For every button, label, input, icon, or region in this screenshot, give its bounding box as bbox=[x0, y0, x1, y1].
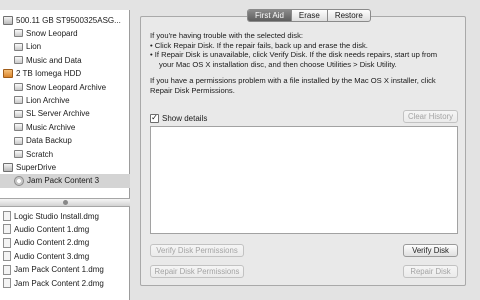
sidebar-item-label: Jam Pack Content 3 bbox=[27, 176, 100, 186]
dvd-icon bbox=[14, 175, 24, 186]
sidebar-item-label: Lion bbox=[26, 42, 42, 52]
permissions-note: If you have a permissions problem with a… bbox=[150, 76, 436, 85]
sidebar-item-label: SuperDrive bbox=[16, 162, 57, 172]
disk-image-icon bbox=[3, 278, 11, 288]
sidebar-item[interactable]: SuperDrive bbox=[0, 160, 130, 174]
tab-bar: First Aid Erase Restore bbox=[247, 9, 371, 22]
instruction-line: • Click Repair Disk. If the repair fails… bbox=[150, 40, 368, 50]
sidebar-item-label: Snow Leopard Archive bbox=[26, 82, 107, 92]
sidebar-item[interactable]: SL Server Archive bbox=[0, 107, 130, 121]
permissions-note: Repair Disk Permissions. bbox=[150, 85, 235, 95]
show-details-checkbox[interactable]: ✓ bbox=[150, 113, 159, 123]
sidebar-item[interactable]: Lion bbox=[0, 40, 130, 54]
sidebar-item[interactable]: Snow Leopard bbox=[0, 26, 130, 40]
sidebar-splitter[interactable] bbox=[0, 198, 130, 207]
volume-icon bbox=[14, 136, 23, 145]
disk-image-item[interactable]: Jam Pack Content 1.dmg bbox=[0, 263, 130, 277]
disk-image-item[interactable]: Audio Content 2.dmg bbox=[0, 236, 130, 250]
instruction-line: your Mac OS X installation disc, and the… bbox=[159, 59, 397, 69]
disk-image-icon bbox=[3, 211, 11, 221]
disk-image-icon bbox=[3, 264, 11, 275]
tab-erase[interactable]: Erase bbox=[292, 10, 328, 21]
instruction-line: If you're having trouble with the select… bbox=[150, 31, 303, 40]
sidebar-item[interactable]: 2 TB Iomega HDD bbox=[0, 67, 130, 81]
sidebar-item-label: 500.11 GB ST9500325ASG... bbox=[16, 15, 121, 25]
sidebar-item[interactable]: Music Archive bbox=[0, 120, 130, 134]
show-details-label: Show details bbox=[162, 113, 208, 123]
instruction-line: • If Repair Disk is unavailable, click V… bbox=[150, 50, 438, 59]
verify-disk-button[interactable]: Verify Disk bbox=[403, 244, 458, 257]
sidebar-item-label: Snow Leopard bbox=[26, 28, 78, 38]
sidebar-item-label: Music Archive bbox=[26, 122, 76, 132]
details-log-area bbox=[150, 126, 458, 234]
tab-first-aid[interactable]: First Aid bbox=[248, 10, 292, 21]
sidebar-item[interactable]: Scratch bbox=[0, 147, 130, 161]
volume-icon bbox=[14, 109, 23, 118]
optical-drive-icon bbox=[3, 162, 13, 172]
sidebar-item[interactable]: Jam Pack Content 3 bbox=[0, 173, 130, 188]
volume-icon bbox=[14, 56, 23, 65]
sidebar-item-label: Audio Content 2.dmg bbox=[14, 238, 90, 248]
volume-icon bbox=[14, 123, 23, 132]
splitter-grip-icon bbox=[62, 200, 68, 205]
volume-icon bbox=[14, 83, 23, 91]
verify-disk-permissions-button[interactable]: Verify Disk Permissions bbox=[150, 244, 244, 257]
sidebar-item-label: Data Backup bbox=[26, 136, 72, 146]
sidebar-item-label: Lion Archive bbox=[26, 95, 70, 105]
first-aid-instructions: If you're having trouble with the select… bbox=[150, 31, 470, 95]
volume-icon bbox=[14, 42, 23, 51]
clear-history-button[interactable]: Clear History bbox=[403, 110, 458, 123]
volume-icon bbox=[14, 96, 23, 105]
sidebar-item[interactable]: Lion Archive bbox=[0, 93, 130, 107]
sidebar-item-label: Jam Pack Content 1.dmg bbox=[14, 265, 104, 275]
disk-image-item[interactable]: Audio Content 1.dmg bbox=[0, 222, 130, 236]
sidebar-item[interactable]: Snow Leopard Archive bbox=[0, 80, 130, 94]
sidebar-item-label: SL Server Archive bbox=[26, 109, 90, 119]
sidebar-item-label: Jam Pack Content 2.dmg bbox=[14, 278, 104, 288]
sidebar-item-label: Audio Content 3.dmg bbox=[14, 251, 90, 261]
sidebar-item-label: Audio Content 1.dmg bbox=[14, 224, 90, 234]
sidebar-item[interactable]: Music and Data bbox=[0, 53, 130, 67]
sidebar-item-label: Music and Data bbox=[26, 55, 82, 65]
sidebar-item-label: Logic Studio Install.dmg bbox=[14, 211, 99, 221]
tab-restore[interactable]: Restore bbox=[328, 10, 370, 21]
volume-icon bbox=[14, 29, 23, 38]
repair-disk-permissions-button[interactable]: Repair Disk Permissions bbox=[150, 265, 244, 278]
disk-image-icon bbox=[3, 251, 11, 262]
volume-icon bbox=[14, 150, 23, 158]
disk-image-item[interactable]: Audio Content 3.dmg bbox=[0, 249, 130, 263]
disk-image-item[interactable]: Jam Pack Content 2.dmg bbox=[0, 276, 130, 290]
repair-disk-button[interactable]: Repair Disk bbox=[403, 265, 458, 278]
sidebar: 500.11 GB ST9500325ASG... Snow Leopard Lio… bbox=[0, 10, 130, 300]
external-drive-icon bbox=[3, 69, 13, 79]
disk-image-item[interactable]: Logic Studio Install.dmg bbox=[0, 209, 130, 223]
sidebar-item-label: Scratch bbox=[26, 149, 54, 159]
sidebar-item[interactable]: 500.11 GB ST9500325ASG... bbox=[0, 13, 130, 27]
disk-image-icon bbox=[3, 237, 11, 248]
drive-icon bbox=[3, 15, 13, 25]
sidebar-item-label: 2 TB Iomega HDD bbox=[16, 69, 82, 79]
sidebar-item[interactable]: Data Backup bbox=[0, 134, 130, 148]
disk-image-icon bbox=[3, 224, 11, 235]
